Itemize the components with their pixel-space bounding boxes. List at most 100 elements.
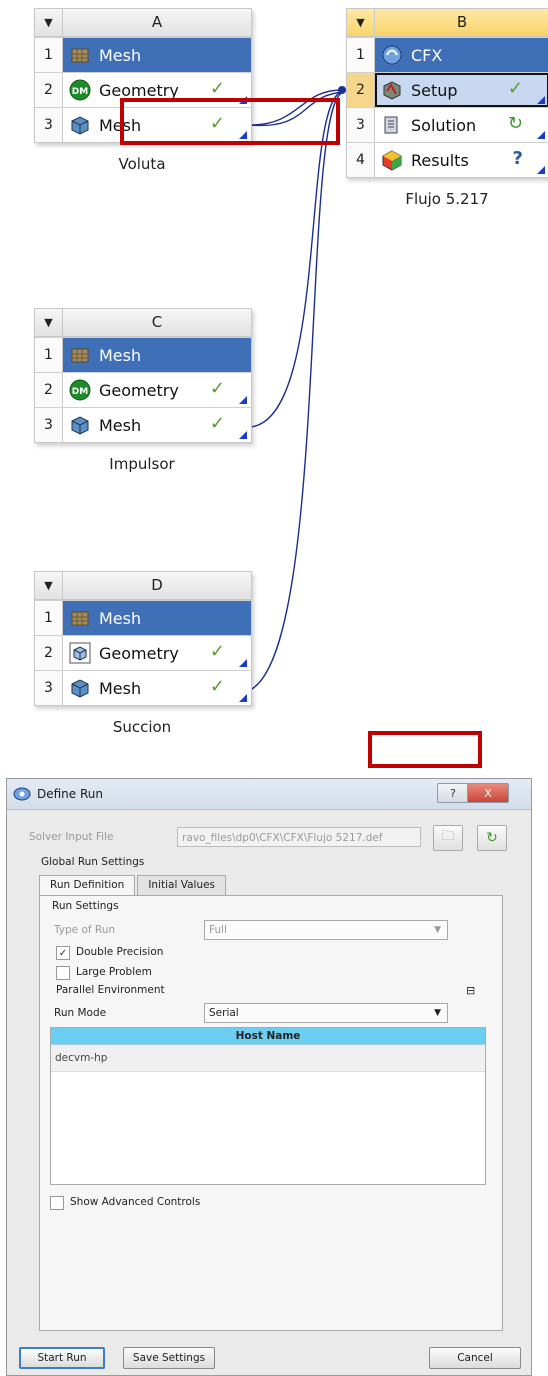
define-run-dialog: Define Run ? X Solver Input File ravo_fi… <box>6 778 532 1376</box>
dialog-titlebar[interactable]: Define Run ? X <box>7 779 531 810</box>
show-advanced-checkbox[interactable] <box>50 1196 64 1210</box>
chevron-down-icon: ▼ <box>434 925 441 935</box>
system-letter: A <box>151 13 163 31</box>
row-number: 1 <box>347 38 375 72</box>
system-c-row-2[interactable]: 2 DM Geometry ✓ <box>35 372 251 407</box>
folder-icon: 🗀 <box>441 829 455 844</box>
type-of-run-select[interactable]: Full ▼ <box>204 920 448 940</box>
cell-label: Mesh <box>99 608 142 628</box>
type-of-run-value: Full <box>209 924 227 936</box>
system-d-row-1[interactable]: 1 Mesh <box>35 600 251 635</box>
system-d-header[interactable]: ▼ D <box>35 572 251 600</box>
global-run-settings-label: Global Run Settings <box>41 856 145 868</box>
corner-marker-icon <box>239 694 247 702</box>
system-b[interactable]: ▼ B 1 CFX 2 Setup ✓ 3 Solution ↻ 4 Results… <box>346 8 548 178</box>
host-table: Host Name decvm-hp <box>50 1027 486 1185</box>
system-a-header[interactable]: ▼ A <box>35 9 251 37</box>
results-icon <box>381 149 403 171</box>
system-c[interactable]: ▼ C 1 Mesh 2 DM Geometry ✓ 3 Mesh ✓ <box>34 308 252 443</box>
dialog-title: Define Run <box>37 787 103 801</box>
designmodeler-icon: DM <box>69 79 91 101</box>
row-number: 3 <box>35 408 63 442</box>
mesh-system-icon <box>69 344 91 366</box>
system-b-header[interactable]: ▼ B <box>347 9 548 37</box>
run-settings-label: Run Settings <box>52 900 119 912</box>
cell-label: Setup <box>411 80 458 100</box>
help-button[interactable]: ? <box>437 783 469 803</box>
run-mode-label: Run Mode <box>54 1007 107 1019</box>
highlight-box <box>120 98 340 145</box>
svg-text:DM: DM <box>72 387 88 397</box>
cfx-icon <box>381 44 403 66</box>
mesh-system-icon <box>69 607 91 629</box>
large-problem-checkbox[interactable] <box>56 966 70 980</box>
parallel-environment-label: Parallel Environment <box>56 984 165 996</box>
cell-label: Solution <box>411 115 477 135</box>
system-letter: B <box>456 13 468 31</box>
corner-marker-icon <box>239 396 247 404</box>
system-letter: D <box>151 576 163 594</box>
row-number: 2 <box>35 636 63 670</box>
cell-label: Mesh <box>99 45 142 65</box>
run-mode-select[interactable]: Serial ▼ <box>204 1003 448 1023</box>
system-b-label[interactable]: Flujo 5.217 <box>346 190 548 208</box>
run-definition-panel: Run Settings Type of Run Full ▼ ✓ Double … <box>39 895 503 1331</box>
close-button[interactable]: X <box>467 783 509 803</box>
cell-label: Results <box>411 150 469 170</box>
cfx-solver-icon <box>13 785 31 803</box>
mesh-cell-icon <box>69 414 91 436</box>
corner-marker-icon <box>537 131 545 139</box>
double-precision-checkbox[interactable]: ✓ <box>56 946 70 960</box>
row-number: 3 <box>35 108 63 142</box>
system-b-row-2[interactable]: 2 Setup ✓ <box>347 72 548 107</box>
row-number: 3 <box>347 108 375 142</box>
reload-button[interactable]: ↻ <box>477 825 507 851</box>
system-a-row-1[interactable]: 1 Mesh <box>35 37 251 72</box>
show-advanced-label: Show Advanced Controls <box>70 1196 201 1208</box>
chevron-down-icon[interactable]: ▼ <box>35 572 63 599</box>
tab-run-definition[interactable]: Run Definition <box>39 875 136 897</box>
refresh-icon: ↻ <box>507 113 523 134</box>
solver-input-field[interactable]: ravo_files\dp0\CFX\CFX\Flujo 5217.def <box>177 827 421 847</box>
cell-label: Geometry <box>99 643 179 663</box>
chevron-down-icon: ▼ <box>434 1008 441 1018</box>
browse-folder-button[interactable]: 🗀 <box>433 825 463 851</box>
designmodeler-icon: DM <box>69 379 91 401</box>
tab-initial-values[interactable]: Initial Values <box>137 875 227 895</box>
system-d-row-3[interactable]: 3 Mesh ✓ <box>35 670 251 705</box>
mesh-system-icon <box>69 44 91 66</box>
system-c-header[interactable]: ▼ C <box>35 309 251 337</box>
chevron-down-icon[interactable]: ▼ <box>35 9 63 36</box>
solution-icon <box>381 114 403 136</box>
row-number: 1 <box>35 38 63 72</box>
chevron-down-icon[interactable]: ▼ <box>35 309 63 336</box>
system-c-row-1[interactable]: 1 Mesh <box>35 337 251 372</box>
system-c-label[interactable]: Impulsor <box>34 455 250 473</box>
cell-label: Geometry <box>99 80 179 100</box>
svg-text:DM: DM <box>72 87 88 97</box>
system-c-row-3[interactable]: 3 Mesh ✓ <box>35 407 251 442</box>
chevron-down-icon[interactable]: ▼ <box>347 9 375 36</box>
system-b-row-4[interactable]: 4 Results? <box>347 142 548 177</box>
solver-input-label: Solver Input File <box>29 831 114 843</box>
system-letter: C <box>151 313 163 331</box>
save-settings-button[interactable]: Save Settings <box>123 1347 215 1369</box>
check-icon: ✓ <box>209 413 225 434</box>
system-b-row-3[interactable]: 3 Solution ↻ <box>347 107 548 142</box>
host-name-header[interactable]: Host Name <box>51 1028 485 1045</box>
table-row[interactable]: decvm-hp <box>51 1045 485 1072</box>
cancel-button[interactable]: Cancel <box>429 1347 521 1369</box>
system-d-row-2[interactable]: 2 Geometry ✓ <box>35 635 251 670</box>
check-icon: ✓ <box>209 641 225 662</box>
check-icon: ✓ <box>209 378 225 399</box>
start-run-button[interactable]: Start Run <box>19 1347 105 1369</box>
system-b-row-1[interactable]: 1 CFX <box>347 37 548 72</box>
system-a-label[interactable]: Voluta <box>34 155 250 173</box>
collapse-icon[interactable]: ⊟ <box>466 984 475 997</box>
corner-marker-icon <box>537 166 545 174</box>
system-d[interactable]: ▼ D 1 Mesh 2 Geometry ✓ 3 Mesh ✓ <box>34 571 252 706</box>
corner-marker-icon <box>239 431 247 439</box>
system-d-label[interactable]: Succion <box>34 718 250 736</box>
geometry-cube-icon <box>69 642 91 664</box>
corner-marker-icon <box>239 659 247 667</box>
